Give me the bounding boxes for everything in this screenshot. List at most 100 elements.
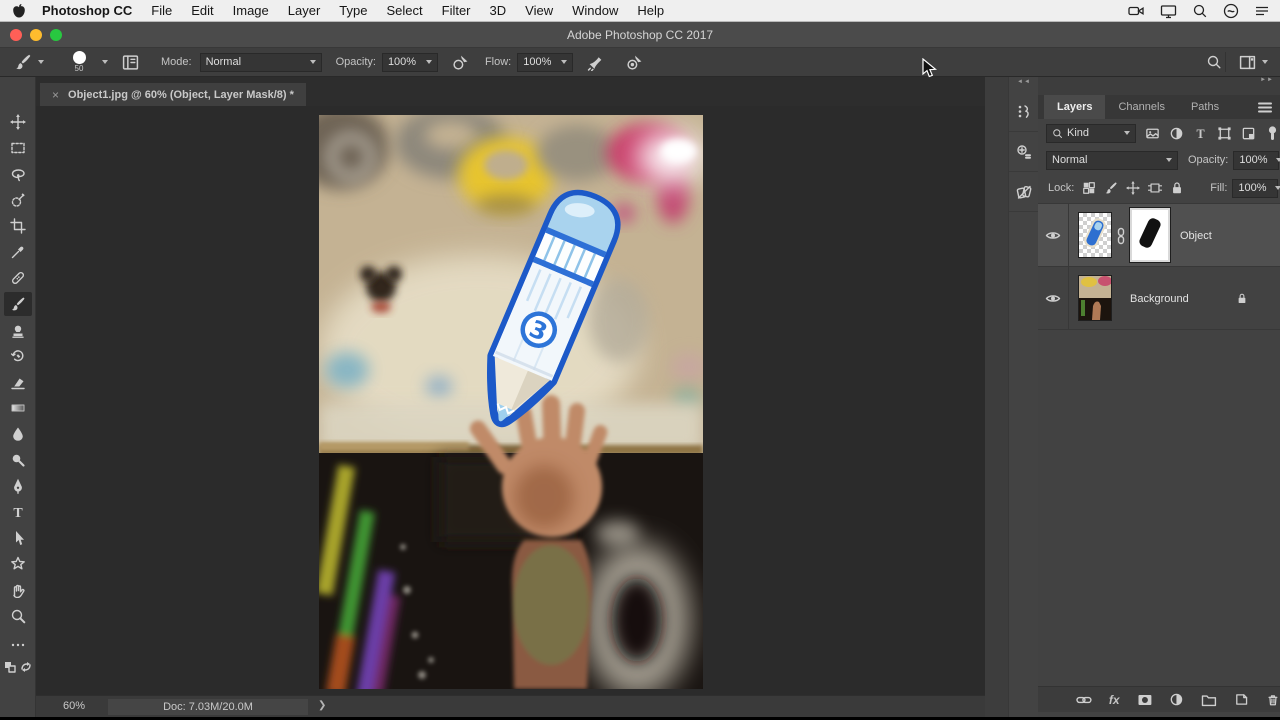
layer-row-object[interactable]: Object (1038, 204, 1280, 267)
layer-filter-toggle[interactable] (1266, 125, 1279, 141)
clone-stamp-tool[interactable] (4, 318, 32, 342)
layer-blend-mode-select[interactable]: Normal (1046, 151, 1178, 170)
brush-preset-picker[interactable]: 50 (62, 51, 96, 73)
menu-image[interactable]: Image (233, 3, 269, 18)
filter-smart-objects-icon[interactable] (1241, 126, 1256, 141)
eraser-tool[interactable] (4, 370, 32, 394)
lock-position-icon[interactable] (1126, 181, 1140, 195)
toggle-brush-panel-icon[interactable] (122, 54, 139, 71)
visibility-eye-icon[interactable] (1045, 230, 1061, 241)
menu-window[interactable]: Window (572, 3, 618, 18)
workspace-switcher[interactable] (1239, 54, 1268, 71)
menu-3d[interactable]: 3D (490, 3, 507, 18)
tab-paths[interactable]: Paths (1178, 95, 1232, 119)
history-brush-tool[interactable] (4, 344, 32, 368)
search-button[interactable] (1206, 54, 1222, 70)
menu-view[interactable]: View (525, 3, 553, 18)
filter-shape-layers-icon[interactable] (1217, 126, 1232, 141)
apple-menu-icon[interactable] (12, 3, 26, 19)
layer-fill-select[interactable]: 100% (1232, 179, 1278, 198)
pressure-size-icon[interactable] (626, 54, 643, 71)
menu-app-name[interactable]: Photoshop CC (42, 3, 132, 18)
dodge-tool[interactable] (4, 448, 32, 472)
blur-tool[interactable] (4, 422, 32, 446)
layer-mask-link-icon[interactable] (1116, 227, 1126, 245)
hand-tool[interactable] (4, 578, 32, 602)
new-group-icon[interactable] (1201, 693, 1217, 707)
lock-transparency-icon[interactable] (1082, 181, 1096, 195)
visibility-eye-icon[interactable] (1045, 293, 1061, 304)
type-tool[interactable]: T (4, 500, 32, 524)
brush-panel-button[interactable] (1009, 92, 1039, 132)
crop-tool[interactable] (4, 214, 32, 238)
layer-thumbnail-background[interactable] (1078, 275, 1112, 321)
zoom-tool[interactable] (4, 604, 32, 628)
default-colors-button[interactable] (3, 655, 16, 679)
path-selection-tool[interactable] (4, 526, 32, 550)
filter-adjustment-layers-icon[interactable] (1169, 126, 1184, 141)
menu-file[interactable]: File (151, 3, 172, 18)
clone-source-panel-button[interactable] (1009, 132, 1039, 172)
notification-center-icon[interactable] (1254, 3, 1270, 19)
delete-layer-trash-icon[interactable] (1266, 692, 1280, 707)
menu-select[interactable]: Select (386, 3, 422, 18)
panel-menu-icon[interactable] (1258, 102, 1272, 113)
libraries-panel-button[interactable] (1009, 172, 1039, 212)
menu-edit[interactable]: Edit (191, 3, 213, 18)
filter-type-layers-icon[interactable]: T (1193, 126, 1208, 141)
shape-tool[interactable] (4, 552, 32, 576)
lasso-tool[interactable] (4, 162, 32, 186)
siri-icon[interactable] (1223, 3, 1239, 19)
add-layer-mask-icon[interactable] (1137, 693, 1153, 707)
brush-tool[interactable] (4, 292, 32, 316)
filter-pixel-layers-icon[interactable] (1145, 126, 1160, 141)
close-tab-icon[interactable]: × (52, 88, 59, 102)
layer-opacity-select[interactable]: 100% (1233, 151, 1279, 170)
new-layer-icon[interactable] (1234, 692, 1249, 707)
tab-layers[interactable]: Layers (1044, 95, 1105, 119)
pressure-opacity-icon[interactable] (452, 54, 469, 71)
menu-type[interactable]: Type (339, 3, 367, 18)
menu-help[interactable]: Help (637, 3, 664, 18)
layer-thumbnail-object[interactable] (1078, 212, 1112, 258)
layer-name[interactable]: Object (1180, 230, 1212, 242)
layer-style-fx-button[interactable]: fx (1109, 693, 1120, 707)
edit-toolbar-button[interactable] (4, 633, 32, 657)
document-size-info[interactable]: Doc: 7.03M/20.0M (108, 699, 308, 715)
pen-tool[interactable] (4, 474, 32, 498)
airbrush-icon[interactable] (587, 54, 604, 71)
link-layers-icon[interactable] (1076, 694, 1092, 706)
lock-pixels-icon[interactable] (1104, 181, 1118, 195)
quick-selection-tool[interactable] (4, 188, 32, 212)
document-tab[interactable]: × Object1.jpg @ 60% (Object, Layer Mask/… (40, 83, 306, 106)
eyedropper-tool[interactable] (4, 240, 32, 264)
canvas-image[interactable]: 3 (319, 115, 703, 689)
collapse-dock-button[interactable]: ◄◄ (1009, 79, 1039, 85)
layer-filter-kind-select[interactable]: Kind (1046, 124, 1136, 143)
zoom-level-field[interactable]: 60% (46, 700, 102, 712)
gradient-tool[interactable] (4, 396, 32, 420)
marquee-tool[interactable] (4, 136, 32, 160)
flow-select[interactable]: 100% (517, 53, 573, 72)
new-adjustment-layer-icon[interactable] (1169, 692, 1184, 707)
lock-artboard-icon[interactable] (1148, 181, 1162, 195)
tab-channels[interactable]: Channels (1105, 95, 1177, 119)
move-tool[interactable] (4, 110, 32, 134)
menu-layer[interactable]: Layer (288, 3, 321, 18)
lock-all-icon[interactable] (1170, 181, 1184, 195)
canvas-pasteboard[interactable]: 3 (36, 106, 985, 695)
layer-name[interactable]: Background (1130, 293, 1189, 305)
tool-preset-picker[interactable] (14, 53, 44, 71)
menu-filter[interactable]: Filter (442, 3, 471, 18)
blend-mode-select[interactable]: Normal (200, 53, 322, 72)
layer-row-background[interactable]: Background (1038, 267, 1280, 330)
status-options-chevron[interactable]: ❯ (318, 700, 326, 711)
chevron-down-icon[interactable] (102, 60, 108, 64)
screen-recording-icon[interactable] (1128, 3, 1145, 19)
expand-panel-button[interactable]: ►► (1260, 77, 1274, 83)
healing-brush-tool[interactable] (4, 266, 32, 290)
swap-colors-button[interactable] (19, 655, 32, 679)
spotlight-search-icon[interactable] (1192, 3, 1208, 19)
opacity-select[interactable]: 100% (382, 53, 438, 72)
layer-mask-thumbnail[interactable] (1130, 208, 1170, 262)
